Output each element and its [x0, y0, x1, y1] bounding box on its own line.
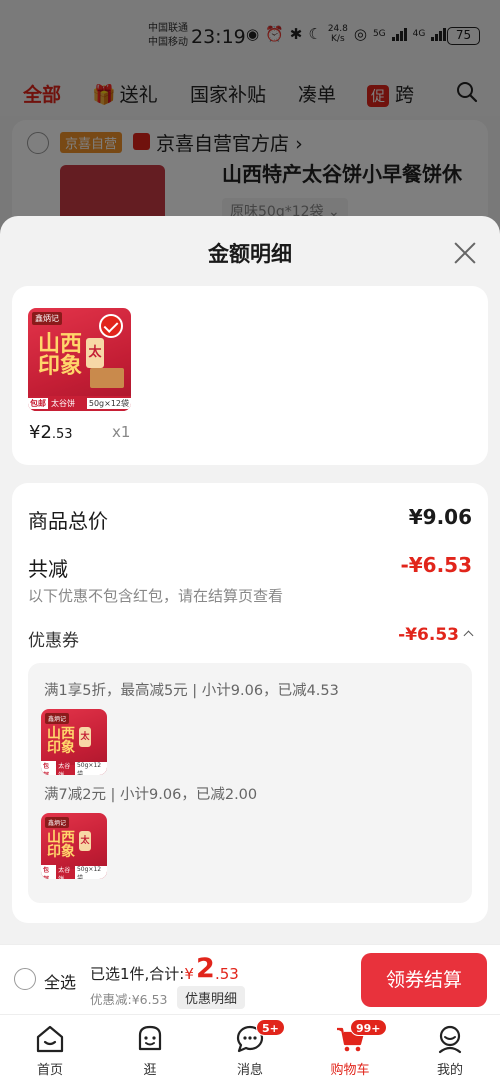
- select-all-label[interactable]: 全选: [44, 969, 76, 993]
- coupon-product-image: 鑫炳记 山西 印象 太 包邮 太谷饼 50g×12袋: [41, 709, 107, 775]
- coupon-product-image: 鑫炳记 山西 印象 太 包邮 太谷饼 50g×12袋: [41, 813, 107, 879]
- coupon-rule: 满1享5折，最高减5元 | 小计9.06，已减4.53: [44, 683, 339, 699]
- background-cart-page: 中国联通 中国移动 23:19 ◉ ⏰ ✱ ☾ 24.8 K/s ◎ 5G 4G…: [0, 0, 500, 240]
- tai-label: 太: [86, 338, 104, 368]
- nav-cart[interactable]: 99+ 购物车: [310, 1015, 390, 1083]
- discount-note: 以下优惠不包含红包，请在结算页查看: [28, 587, 284, 605]
- coupon-toggle[interactable]: -¥6.53: [398, 625, 474, 645]
- selected-items-card: 鑫炳记 山西 印象 太 包邮 太谷饼 50g×12袋 ¥2.53 x1: [12, 286, 488, 465]
- selection-summary: 已选1件,合计:¥: [90, 965, 194, 983]
- product-image-text: 山西 印象: [38, 332, 83, 379]
- bottom-navigation: 首页 逛 5+ 消息 99+ 购物车 我的: [0, 1014, 500, 1083]
- total-price-value: ¥9.06: [408, 505, 472, 529]
- nav-messages[interactable]: 5+ 消息: [210, 1015, 290, 1083]
- brand-label: 鑫炳记: [32, 312, 62, 325]
- item-price: ¥2.53: [29, 422, 73, 443]
- coupon-label: 优惠券: [28, 631, 79, 651]
- price-detail-card: 商品总价 ¥9.06 共减 -¥6.53 以下优惠不包含红包，请在结算页查看 优…: [12, 483, 488, 923]
- selected-check-icon: [99, 314, 123, 338]
- home-icon: [36, 1025, 64, 1053]
- reduce-label: 共减: [28, 557, 68, 581]
- select-all-checkbox[interactable]: [14, 968, 36, 990]
- product-pack: [90, 368, 124, 388]
- total-amount-integer: 2: [196, 953, 215, 984]
- chevron-up-icon: [463, 630, 474, 640]
- reduce-value: -¥6.53: [400, 553, 472, 577]
- close-icon[interactable]: [450, 238, 480, 268]
- total-price-label: 商品总价: [28, 509, 108, 533]
- amount-detail-sheet: 金额明细 鑫炳记 山西 印象 太 包邮 太谷饼 50g×12袋 ¥2.53 x1…: [0, 216, 500, 944]
- browse-icon: [138, 1025, 162, 1051]
- checkout-button[interactable]: 领券结算: [361, 953, 487, 1007]
- nav-mine[interactable]: 我的: [410, 1015, 490, 1083]
- dim-overlay[interactable]: [0, 0, 500, 240]
- discount-detail-button[interactable]: 优惠明细: [177, 986, 246, 1009]
- sheet-title: 金额明细: [208, 242, 292, 266]
- profile-icon: [438, 1025, 462, 1054]
- coupon-breakdown: 满1享5折，最高减5元 | 小计9.06，已减4.53 鑫炳记 山西 印象 太 …: [28, 663, 472, 903]
- item-quantity: x1: [112, 423, 131, 441]
- nav-browse[interactable]: 逛: [110, 1015, 190, 1083]
- coupon-rule: 满7减2元 | 小计9.06，已减2.00: [44, 787, 258, 803]
- total-amount-decimal: .53: [215, 965, 239, 983]
- messages-badge: 5+: [256, 1019, 285, 1036]
- nav-home[interactable]: 首页: [10, 1015, 90, 1083]
- discount-amount: 优惠减:¥6.53: [90, 992, 168, 1007]
- checkout-bar: 全选 已选1件,合计:¥ 2 .53 优惠减:¥6.53 优惠明细 领券结算: [0, 944, 500, 1014]
- product-strip: 包邮 太谷饼 50g×12袋: [28, 396, 131, 411]
- cart-badge: 99+: [350, 1019, 387, 1036]
